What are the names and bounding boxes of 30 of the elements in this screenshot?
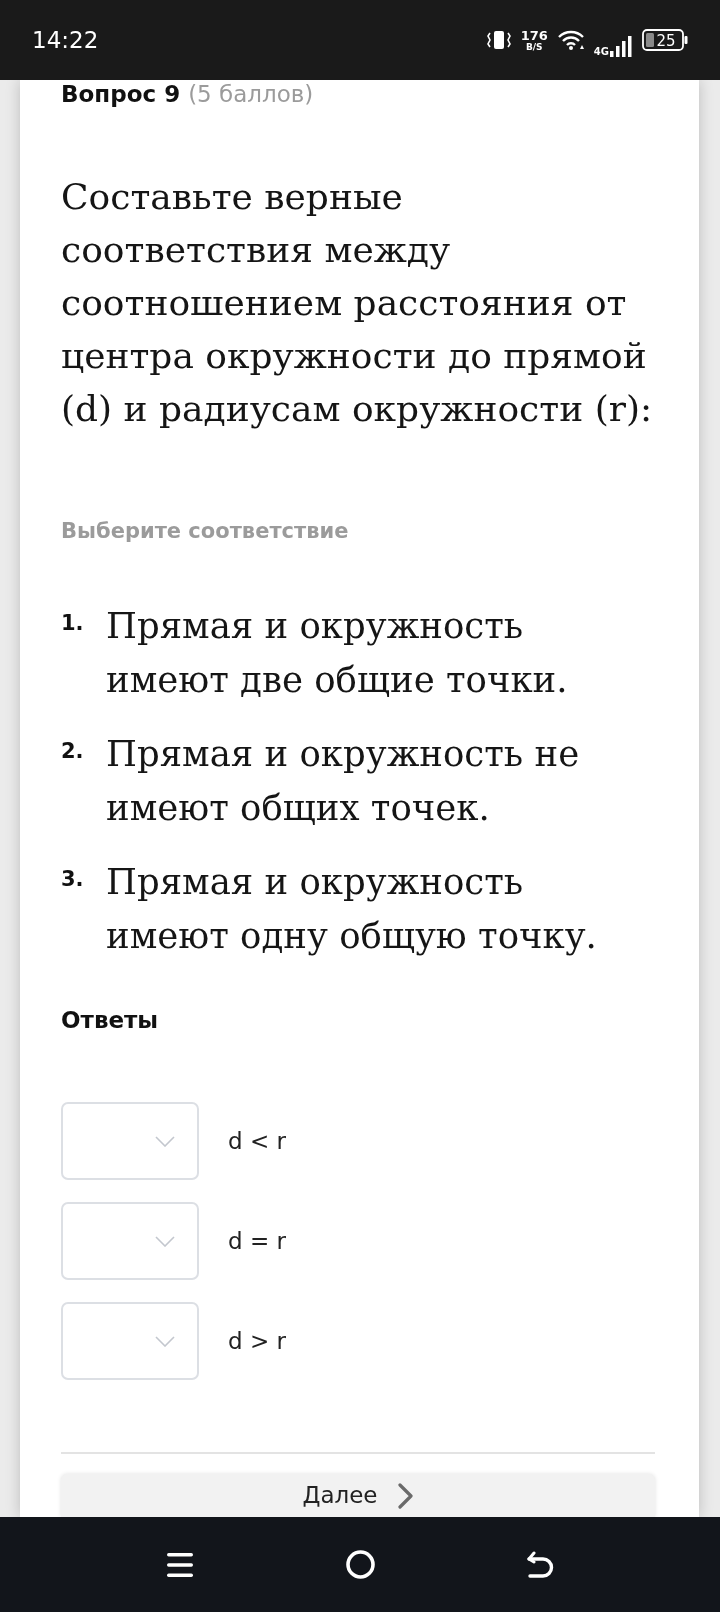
wifi-icon [557, 30, 584, 50]
chevron-right-icon [397, 1482, 414, 1509]
chevron-down-icon [155, 1235, 175, 1247]
answer-label: d < r [228, 1126, 286, 1156]
question-text: Составьте верные соответствия между соотношением расстояния от центра окружности до прямой (d) и радиусам окружности (r): [61, 175, 654, 431]
next-button[interactable]: Далее [61, 1474, 655, 1517]
question-points: (5 баллов) [188, 80, 314, 108]
answers-heading: Ответы [61, 1006, 160, 1035]
battery-indicator: 25 [642, 29, 688, 51]
back-icon[interactable] [526, 1550, 554, 1579]
statement-number: 1. [61, 610, 85, 637]
statement-text: Прямая и окружность не имеют общих точек. [106, 732, 581, 830]
chevron-down-icon [155, 1135, 175, 1147]
home-icon[interactable] [345, 1550, 375, 1579]
signal-icon [610, 35, 632, 57]
vibrate-icon [486, 29, 511, 51]
network-speed-unit: B/S [525, 42, 543, 52]
statement-number: 3. [61, 866, 85, 893]
statement-text: Прямая и окружность имеют одну общую точку. [106, 860, 598, 958]
chevron-down-icon [155, 1335, 175, 1347]
instruction-text: Выберите соответствие [61, 518, 350, 545]
answer-label: d = r [228, 1226, 286, 1256]
network-type-label: 4G [593, 47, 609, 57]
statement-number: 2. [61, 738, 85, 765]
menu-icon[interactable] [167, 1551, 193, 1578]
statement-text: Прямая и окружность имеют две общие точки. [106, 604, 569, 702]
network-speed-value: 176 [520, 28, 548, 42]
question-title: Вопрос 9 [61, 80, 181, 108]
answer-label: d > r [228, 1326, 286, 1356]
clock-time: 14:22 [32, 26, 99, 54]
